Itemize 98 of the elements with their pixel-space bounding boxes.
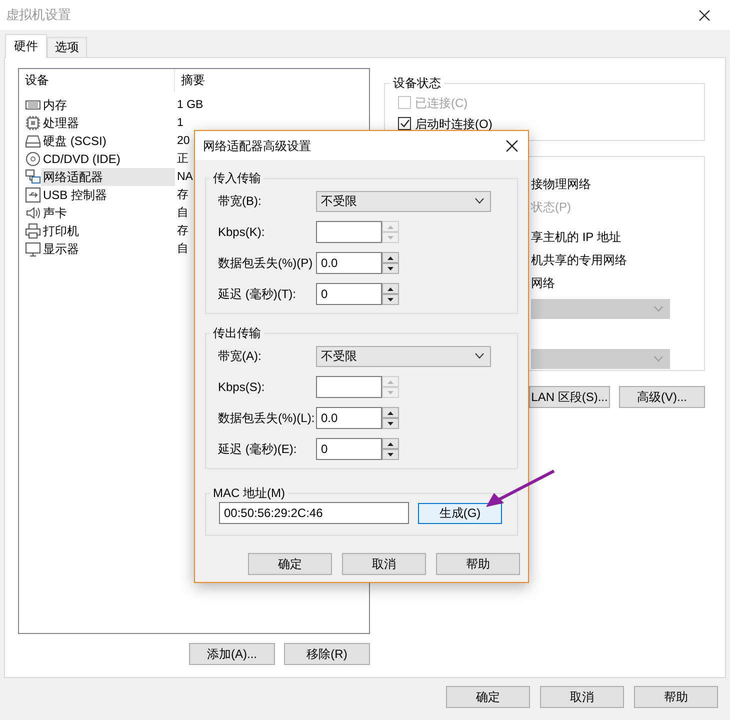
device-name[interactable]: 内存	[41, 96, 175, 114]
device-summary: 正	[176, 152, 189, 167]
disk-drive-icon	[25, 133, 41, 149]
device-name[interactable]: 硬盘 (SCSI)	[41, 132, 175, 150]
device-summary: 存	[176, 188, 189, 203]
option-label[interactable]: 机共享的专用网络	[531, 251, 704, 269]
column-header[interactable]: 摘要	[175, 69, 205, 92]
field-label: 带宽(B):	[218, 193, 262, 209]
up-triangle-icon	[387, 442, 394, 446]
down-triangle-icon	[387, 452, 394, 456]
up-triangle-icon	[387, 410, 394, 414]
up-triangle-icon	[387, 256, 394, 260]
spin-up-button[interactable]	[382, 252, 399, 263]
chevron-down-icon	[475, 198, 484, 204]
device-button[interactable]: 添加(A)...	[189, 643, 275, 665]
device-name[interactable]: 声卡	[41, 204, 175, 222]
number-field[interactable]: 0.0	[316, 252, 382, 274]
number-field[interactable]	[316, 221, 382, 243]
field-label: 延迟 (毫秒)(E):	[218, 441, 298, 457]
spin-down-button[interactable]	[382, 294, 399, 305]
option-label[interactable]: 网络	[531, 274, 704, 292]
dialog-button[interactable]: 取消	[540, 686, 624, 708]
up-triangle-icon	[387, 224, 394, 228]
pointer-arrow	[486, 470, 555, 507]
number-field[interactable]: 0	[316, 438, 382, 460]
number-field[interactable]: 0.0	[316, 407, 382, 429]
group-title: 设备状态	[390, 75, 444, 91]
group-title: 传入传输	[210, 170, 264, 186]
option-label[interactable]: 享主机的 IP 地址	[531, 228, 704, 246]
speaker-icon	[25, 205, 41, 221]
down-triangle-icon	[387, 390, 394, 394]
column-header[interactable]: 设备	[19, 69, 175, 92]
network-button[interactable]: 高级(V)...	[619, 386, 705, 408]
device-name[interactable]: USB 控制器	[41, 186, 175, 204]
device-summary: 自	[176, 206, 189, 221]
dialog-button[interactable]: 确定	[248, 553, 332, 575]
window-title: 虚拟机设置	[6, 7, 71, 23]
device-summary: 自	[176, 242, 189, 257]
tab[interactable]: 选项	[47, 37, 87, 57]
printer-icon	[25, 223, 41, 239]
close-icon	[699, 10, 710, 20]
close-icon	[506, 140, 518, 152]
spin-up-button[interactable]	[382, 283, 399, 294]
dialog-button[interactable]: 确定	[446, 686, 530, 708]
field-label: 延迟 (毫秒)(T):	[218, 286, 297, 302]
chip-icon	[25, 115, 41, 131]
spin-down-button[interactable]	[382, 449, 399, 460]
option-label[interactable]: 接物理网络	[531, 175, 704, 193]
spin-down-button[interactable]	[382, 418, 399, 429]
checkbox[interactable]	[398, 117, 411, 130]
field-label: 数据包丢失(%)(P)	[218, 255, 314, 271]
field-label: 数据包丢失(%)(L):	[218, 410, 316, 426]
device-button[interactable]: 移除(R)	[284, 643, 370, 665]
chevron-down-icon	[654, 356, 663, 362]
tab[interactable]: 硬件	[5, 34, 47, 58]
field-label: Kbps(S):	[218, 379, 266, 395]
spin-down-button[interactable]	[382, 263, 399, 274]
field-label: 带宽(A):	[218, 348, 262, 364]
checkbox-label[interactable]: 启动时连接(O)	[415, 116, 492, 132]
network-button[interactable]: LAN 区段(S)...	[529, 386, 610, 408]
dialog-button[interactable]: 帮助	[634, 686, 718, 708]
chevron-down-icon	[654, 306, 663, 312]
bandwidth-dropdown[interactable]: 不受限	[316, 346, 491, 366]
dialog-title: 网络适配器高级设置	[203, 138, 311, 154]
device-name[interactable]: 处理器	[41, 114, 175, 132]
network-icon	[25, 169, 41, 185]
spin-up-button[interactable]	[382, 407, 399, 418]
device-summary: 存	[176, 224, 189, 239]
device-name[interactable]: 显示器	[41, 240, 175, 258]
device-summary: 20	[176, 134, 190, 149]
number-field[interactable]	[316, 376, 382, 398]
device-name[interactable]: 打印机	[41, 222, 175, 240]
up-triangle-icon	[387, 286, 394, 290]
dialog-button[interactable]: 帮助	[436, 553, 520, 575]
spin-up-button[interactable]	[382, 438, 399, 449]
device-summary: 1	[176, 116, 184, 131]
group-title: 传出传输	[210, 325, 264, 341]
group-title: MAC 地址(M)	[210, 485, 288, 501]
up-triangle-icon	[387, 380, 394, 384]
monitor-icon	[25, 241, 41, 257]
mac-address-field[interactable]: 00:50:56:29:2C:46	[219, 502, 409, 524]
disc-icon	[25, 151, 41, 167]
checkmark-icon	[400, 119, 410, 128]
device-name[interactable]: CD/DVD (IDE)	[41, 150, 175, 168]
field-label: Kbps(K):	[218, 224, 266, 240]
usb-icon	[25, 187, 41, 203]
down-triangle-icon	[387, 298, 394, 302]
down-triangle-icon	[387, 422, 394, 426]
down-triangle-icon	[387, 236, 394, 240]
device-summary: 1 GB	[176, 98, 204, 113]
down-triangle-icon	[387, 266, 394, 270]
device-name[interactable]: 网络适配器	[41, 168, 175, 186]
chevron-down-icon	[475, 353, 484, 359]
dialog-button[interactable]: 取消	[342, 553, 426, 575]
device-summary: NA	[176, 170, 193, 185]
number-field[interactable]: 0	[316, 283, 382, 305]
bandwidth-dropdown[interactable]: 不受限	[316, 190, 491, 212]
generate-button[interactable]: 生成(G)	[418, 502, 502, 524]
